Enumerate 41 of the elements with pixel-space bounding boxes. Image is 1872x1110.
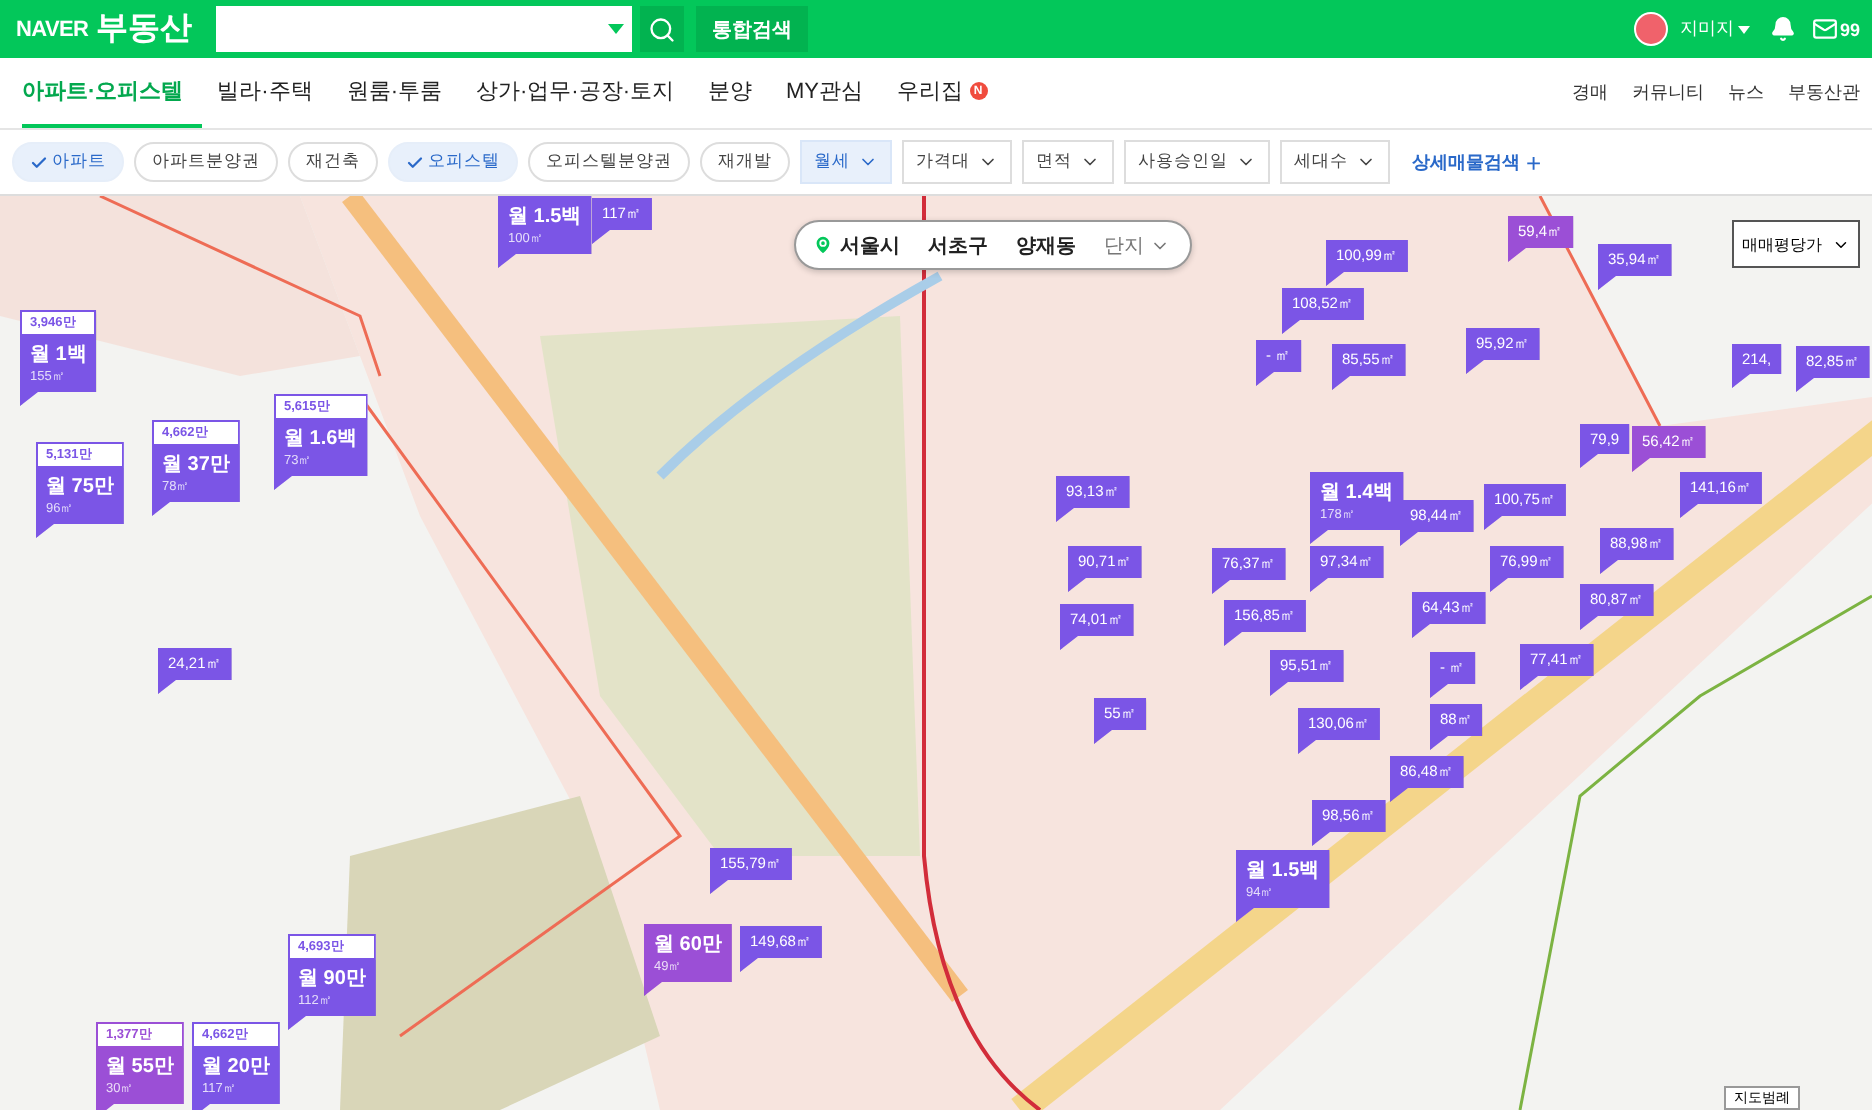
location-name[interactable]: 양재동 (1016, 231, 1076, 259)
nav-tab[interactable]: MY관심 (786, 58, 882, 128)
nav-tab[interactable]: 빌라·주택 (217, 58, 331, 128)
mail-icon (1811, 16, 1838, 42)
filter-chip[interactable]: 재건축 (288, 142, 378, 182)
nav-link[interactable]: 커뮤니티 (1620, 58, 1716, 128)
nav-link[interactable]: 뉴스 (1716, 58, 1776, 128)
complex-dropdown[interactable]: 단지 (1104, 231, 1170, 259)
map-drawing[interactable] (0, 196, 1872, 1110)
nav-tab[interactable]: 분양 (708, 58, 771, 128)
check-icon (30, 153, 48, 171)
location-name[interactable]: 서초구 (928, 231, 988, 259)
nav-tab[interactable]: 아파트·오피스텔 (22, 58, 202, 128)
filter-dropdown[interactable]: 세대수 (1280, 140, 1390, 184)
detail-search-link[interactable]: 상세매물검색 (1412, 149, 1520, 175)
integrated-search-button[interactable]: 통합검색 (696, 6, 809, 52)
location-name[interactable]: 서울시 (812, 231, 900, 259)
filter-dropdown[interactable]: 면적 (1022, 140, 1114, 184)
nav-link[interactable]: 경매 (1560, 58, 1620, 128)
caret-icon[interactable] (608, 24, 625, 34)
pin-icon (812, 234, 834, 256)
bell-icon[interactable] (1769, 16, 1796, 42)
caret-icon (1737, 25, 1750, 34)
avatar[interactable] (1633, 12, 1668, 46)
nav-tab[interactable]: 상가·업무·공장·토지 (476, 58, 693, 128)
filter-chip[interactable]: 아파트 (12, 142, 124, 182)
filter-chip[interactable]: 아파트분양권 (134, 142, 278, 182)
filter-dropdown[interactable]: 월세 (800, 140, 892, 184)
filter-dropdown[interactable]: 가격대 (902, 140, 1012, 184)
search-button[interactable] (640, 6, 685, 52)
search-icon (648, 15, 677, 43)
nav-tab[interactable]: 원룸·투룸 (346, 58, 461, 128)
check-icon (406, 153, 424, 171)
filter-chip[interactable]: 오피스텔분양권 (528, 142, 690, 182)
search-field[interactable] (216, 6, 633, 52)
filter-dropdown[interactable]: 사용승인일 (1124, 140, 1270, 184)
filter-chip[interactable]: 오피스텔 (388, 142, 518, 182)
price-type-dropdown[interactable]: 매매평당가 (1732, 220, 1860, 268)
plus-icon[interactable]: + (1526, 147, 1542, 177)
nav-link[interactable]: 부동산관 (1776, 58, 1872, 128)
filter-chip[interactable]: 재개발 (700, 142, 790, 182)
